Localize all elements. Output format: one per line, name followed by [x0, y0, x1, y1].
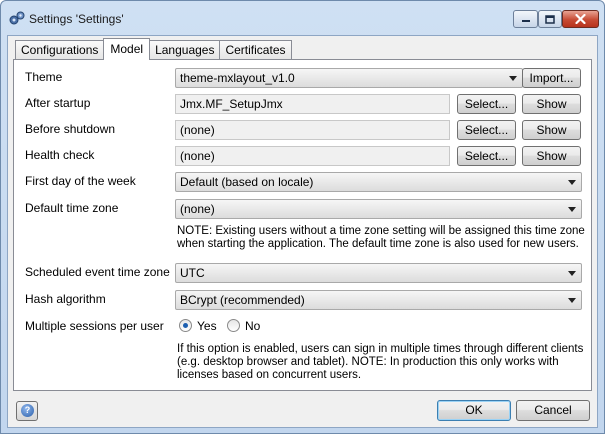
default-tz-value: (none) [180, 202, 215, 216]
theme-value: theme-mxlayout_v1.0 [180, 71, 295, 85]
dropdown-arrow-icon [568, 180, 576, 185]
theme-select[interactable]: theme-mxlayout_v1.0 [175, 68, 523, 88]
after-startup-label: After startup [25, 96, 91, 110]
health-check-select-button[interactable]: Select... [457, 146, 516, 166]
multi-sessions-note-line: If this option is enabled, users can sig… [177, 343, 584, 355]
settings-window: Settings 'Settings' Configurations Model… [0, 0, 605, 434]
tab-languages[interactable]: Languages [149, 40, 221, 60]
after-startup-show-button[interactable]: Show [522, 94, 581, 114]
multi-sessions-yes-radio[interactable] [179, 319, 192, 332]
hash-value: BCrypt (recommended) [180, 293, 305, 307]
help-button[interactable]: ? [16, 401, 38, 421]
tab-model[interactable]: Model [103, 38, 151, 60]
maximize-button[interactable] [538, 10, 562, 28]
dialog-client-area: Configurations Model Languages Certifica… [7, 35, 598, 428]
minimize-button[interactable] [513, 10, 538, 28]
default-tz-note-line: when starting the application. The defau… [177, 238, 579, 250]
default-tz-label: Default time zone [25, 201, 119, 215]
close-button[interactable] [562, 10, 599, 28]
multi-sessions-note-line: (e.g. desktop browser and tablet). NOTE:… [177, 356, 559, 368]
before-shutdown-show-button[interactable]: Show [522, 120, 581, 140]
multi-sessions-note-line: licenses based on concurrent users. [177, 369, 362, 381]
scheduled-tz-value: UTC [180, 266, 205, 280]
after-startup-field: Jmx.MF_SetupJmx [175, 94, 450, 114]
before-shutdown-select-button[interactable]: Select... [457, 120, 516, 140]
health-check-field: (none) [175, 146, 450, 166]
scheduled-tz-label: Scheduled event time zone [25, 265, 170, 279]
tab-configurations[interactable]: Configurations [15, 40, 105, 60]
default-tz-note: NOTE: Existing users without a time zone… [177, 225, 585, 251]
first-day-label: First day of the week [25, 174, 136, 188]
first-day-select[interactable]: Default (based on locale) [175, 172, 582, 192]
multi-sessions-yes-label[interactable]: Yes [197, 319, 217, 333]
cancel-button[interactable]: Cancel [516, 400, 590, 421]
first-day-value: Default (based on locale) [180, 175, 314, 189]
dropdown-arrow-icon [568, 271, 576, 276]
dropdown-arrow-icon [509, 76, 517, 81]
help-icon: ? [21, 404, 34, 417]
health-check-show-button[interactable]: Show [522, 146, 581, 166]
settings-gear-icon [9, 11, 25, 25]
after-startup-select-button[interactable]: Select... [457, 94, 516, 114]
minimize-icon [521, 20, 530, 22]
hash-label: Hash algorithm [25, 292, 106, 306]
title-bar: Settings 'Settings' [1, 1, 604, 31]
hash-select[interactable]: BCrypt (recommended) [175, 290, 582, 310]
close-icon [575, 14, 586, 24]
theme-label: Theme [25, 70, 63, 84]
scheduled-tz-select[interactable]: UTC [175, 263, 582, 283]
import-button[interactable]: Import... [522, 68, 581, 88]
model-settings-panel: Theme theme-mxlayout_v1.0 Import... Afte… [13, 59, 592, 391]
tab-strip: Configurations Model Languages Certifica… [15, 38, 292, 60]
maximize-icon [545, 14, 555, 24]
before-shutdown-field: (none) [175, 120, 450, 140]
default-tz-select[interactable]: (none) [175, 199, 582, 219]
multi-sessions-no-label[interactable]: No [245, 319, 260, 333]
ok-button[interactable]: OK [437, 400, 511, 421]
before-shutdown-label: Before shutdown [25, 122, 116, 136]
dropdown-arrow-icon [568, 298, 576, 303]
multi-sessions-note: If this option is enabled, users can sig… [177, 343, 583, 382]
health-check-label: Health check [25, 148, 95, 162]
default-tz-note-line: NOTE: Existing users without a time zone… [177, 225, 585, 237]
multi-sessions-no-radio[interactable] [227, 319, 240, 332]
multi-sessions-label: Multiple sessions per user [25, 319, 164, 333]
dropdown-arrow-icon [568, 207, 576, 212]
tab-certificates[interactable]: Certificates [219, 40, 292, 60]
window-title: Settings 'Settings' [29, 12, 124, 26]
